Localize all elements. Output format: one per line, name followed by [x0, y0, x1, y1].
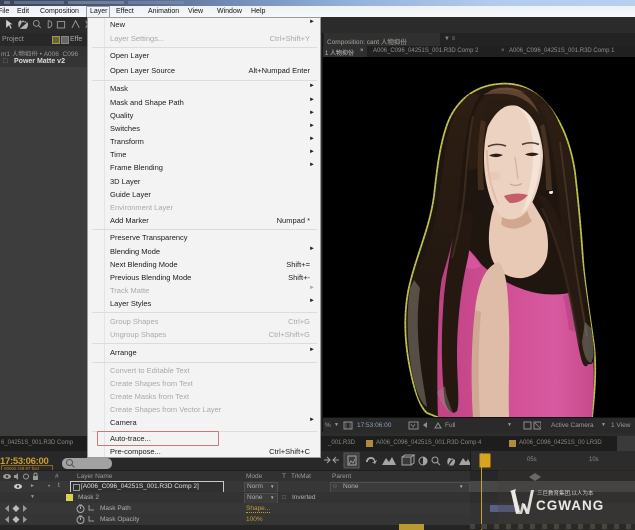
svg-text:三巨教育集团,以人为本: 三巨教育集团,以人为本 [537, 489, 594, 497]
svg-text:CGWANG: CGWANG [536, 498, 604, 513]
